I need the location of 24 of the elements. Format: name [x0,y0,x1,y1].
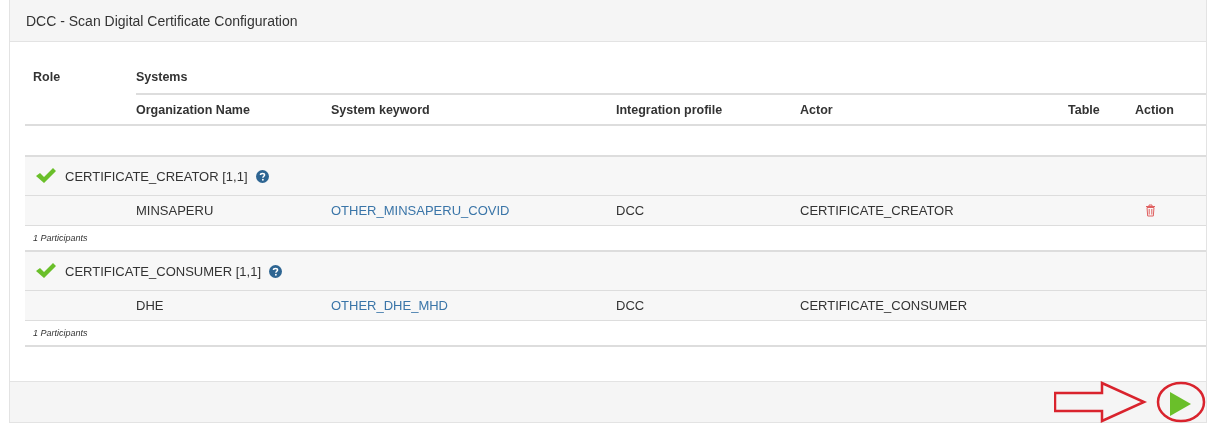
table-cell-text: CERTIFICATE_CREATOR [800,203,955,218]
column-header: Organization Name [136,102,251,117]
table-cell-text: DCC [616,203,646,218]
system-link[interactable]: OTHER_DHE_MHD [331,298,448,313]
help-icon[interactable] [255,169,269,183]
column-header: Action [1135,102,1175,117]
column-header: Systems [136,62,1206,95]
column-header: System keyword [331,102,431,117]
table-cell-text: DHE [136,298,165,313]
role-label: CERTIFICATE_CREATOR [1,1] [65,168,248,184]
table-cell-text: CERTIFICATE_CONSUMER [800,298,969,313]
column-header: Integration profile [616,102,724,117]
system-link[interactable]: OTHER_MINSAPERU_COVID [331,203,510,218]
trash-icon[interactable] [1145,204,1156,217]
column-header: Role [32,69,62,86]
column-header: Actor [800,102,834,117]
panel-title: DCC - Scan Digital Certificate Configuration [26,12,298,29]
help-icon[interactable] [269,264,282,278]
table-cell-text: MINSAPERU [136,203,215,218]
participants-count: 1 Participants [33,328,88,338]
role-label: CERTIFICATE_CONSUMER [1,1] [65,263,261,279]
table-cell-text: DCC [616,298,646,313]
participants-count: 1 Participants [33,233,88,243]
column-header: Table [1068,102,1101,117]
